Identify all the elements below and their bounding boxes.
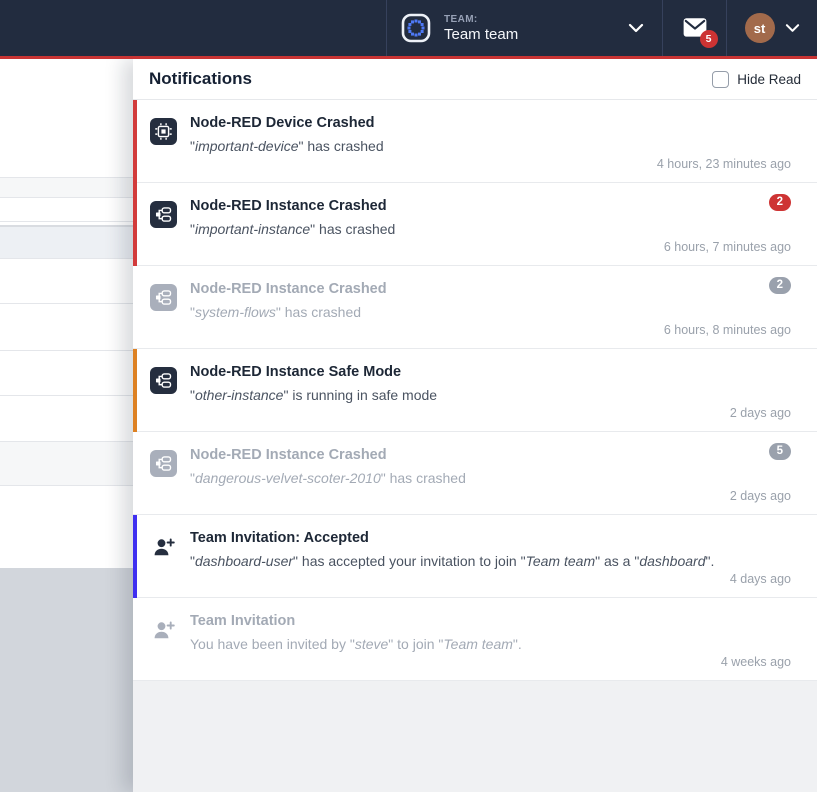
envelope-icon: 5 bbox=[682, 17, 708, 39]
notification-title: Team Invitation bbox=[190, 612, 522, 631]
chevron-down-icon bbox=[628, 23, 644, 33]
header-accent-line bbox=[0, 56, 817, 59]
chevron-down-icon bbox=[785, 23, 800, 33]
notification-title: Node-RED Instance Crashed bbox=[190, 446, 466, 465]
notification-timestamp: 4 days ago bbox=[730, 572, 791, 586]
notification-accent-bar bbox=[133, 598, 137, 681]
notification-message: "other-instance" is running in safe mode bbox=[190, 386, 437, 405]
team-label: TEAM: bbox=[444, 14, 518, 25]
team-switcher[interactable]: TEAM: Team team bbox=[386, 0, 662, 56]
instance-icon bbox=[150, 201, 177, 228]
user-menu[interactable]: st bbox=[726, 0, 817, 56]
hide-read-label: Hide Read bbox=[737, 72, 801, 87]
notifications-drawer: Notifications Hide Read Node-RED Device … bbox=[133, 59, 817, 792]
unread-count-badge: 5 bbox=[700, 30, 718, 48]
team-name: Team team bbox=[444, 26, 518, 43]
user-add-icon bbox=[150, 533, 177, 560]
team-identicon-icon bbox=[401, 13, 431, 43]
notification-accent-bar bbox=[133, 349, 137, 432]
notifications-button[interactable]: 5 bbox=[662, 0, 726, 56]
instance-icon bbox=[150, 284, 177, 311]
notification-content: Node-RED Instance Crashed "dangerous-vel… bbox=[190, 445, 466, 514]
notification-message: "important-device" has crashed bbox=[190, 137, 384, 156]
notification-content: Node-RED Instance Crashed "important-ins… bbox=[190, 196, 395, 265]
notification-message: "dangerous-velvet-scoter-2010" has crash… bbox=[190, 469, 466, 488]
notification-title: Node-RED Instance Crashed bbox=[190, 280, 387, 299]
header-spacer bbox=[0, 0, 386, 56]
notification-title: Node-RED Instance Safe Mode bbox=[190, 363, 437, 382]
app-screen: TEAM: Team team 5 st bbox=[0, 0, 817, 792]
notification-item[interactable]: Node-RED Instance Safe Mode "other-insta… bbox=[133, 349, 817, 432]
notification-item[interactable]: Node-RED Instance Crashed "system-flows"… bbox=[133, 266, 817, 349]
notification-timestamp: 6 hours, 7 minutes ago bbox=[664, 240, 791, 254]
hide-read-checkbox[interactable] bbox=[712, 71, 729, 88]
notification-content: Team Invitation You have been invited by… bbox=[190, 611, 522, 680]
notification-timestamp: 4 hours, 23 minutes ago bbox=[657, 157, 791, 171]
instance-icon bbox=[150, 367, 177, 394]
notification-count-badge: 5 bbox=[769, 443, 791, 460]
notification-accent-bar bbox=[133, 432, 137, 515]
notification-timestamp: 2 days ago bbox=[730, 489, 791, 503]
notifications-drawer-header: Notifications Hide Read bbox=[133, 59, 817, 100]
page-title: Notifications bbox=[149, 69, 252, 89]
notification-count-badge: 2 bbox=[769, 194, 791, 211]
notification-accent-bar bbox=[133, 100, 137, 183]
drawer-empty-area bbox=[133, 681, 817, 792]
notification-content: Node-RED Instance Safe Mode "other-insta… bbox=[190, 362, 437, 431]
notification-timestamp: 2 days ago bbox=[730, 406, 791, 420]
notification-item[interactable]: Node-RED Instance Crashed "important-ins… bbox=[133, 183, 817, 266]
notification-item[interactable]: Node-RED Device Crashed "important-devic… bbox=[133, 100, 817, 183]
user-add-icon bbox=[150, 616, 177, 643]
notification-content: Team Invitation: Accepted "dashboard-use… bbox=[190, 528, 714, 597]
notification-message: "dashboard-user" has accepted your invit… bbox=[190, 552, 714, 571]
notification-message: "important-instance" has crashed bbox=[190, 220, 395, 239]
notification-title: Node-RED Device Crashed bbox=[190, 114, 384, 133]
notification-item[interactable]: Node-RED Instance Crashed "dangerous-vel… bbox=[133, 432, 817, 515]
notification-accent-bar bbox=[133, 183, 137, 266]
top-header-bar: TEAM: Team team 5 st bbox=[0, 0, 817, 56]
notification-message: You have been invited by "steve" to join… bbox=[190, 635, 522, 654]
notification-accent-bar bbox=[133, 266, 137, 349]
notification-timestamp: 6 hours, 8 minutes ago bbox=[664, 323, 791, 337]
notification-item[interactable]: Team Invitation: Accepted "dashboard-use… bbox=[133, 515, 817, 598]
notification-title: Node-RED Instance Crashed bbox=[190, 197, 395, 216]
avatar: st bbox=[745, 13, 775, 43]
notification-item[interactable]: Team Invitation You have been invited by… bbox=[133, 598, 817, 681]
notification-list: Node-RED Device Crashed "important-devic… bbox=[133, 100, 817, 681]
notification-timestamp: 4 weeks ago bbox=[721, 655, 791, 669]
notification-content: Node-RED Instance Crashed "system-flows"… bbox=[190, 279, 387, 348]
instance-icon bbox=[150, 450, 177, 477]
team-text: TEAM: Team team bbox=[444, 14, 518, 43]
notification-message: "system-flows" has crashed bbox=[190, 303, 387, 322]
notification-count-badge: 2 bbox=[769, 277, 791, 294]
notification-accent-bar bbox=[133, 515, 137, 598]
hide-read-toggle[interactable]: Hide Read bbox=[712, 71, 801, 88]
device-icon bbox=[150, 118, 177, 145]
notification-title: Team Invitation: Accepted bbox=[190, 529, 714, 548]
notification-content: Node-RED Device Crashed "important-devic… bbox=[190, 113, 384, 182]
